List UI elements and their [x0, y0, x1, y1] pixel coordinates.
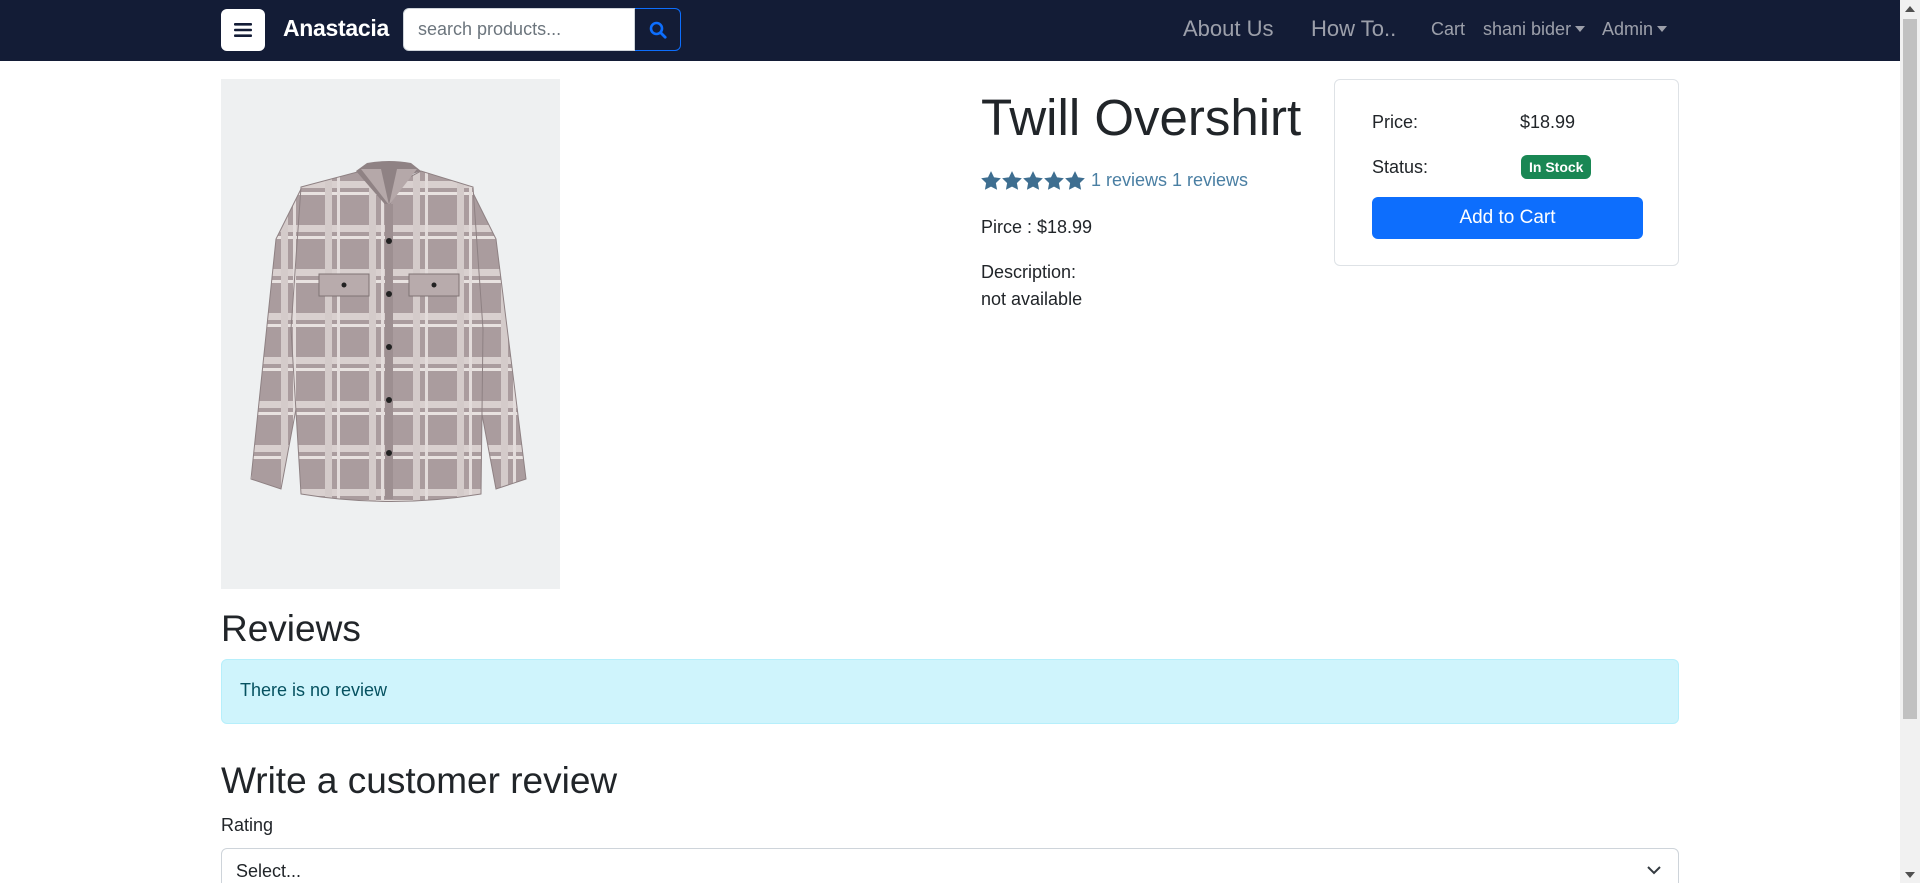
search-form [403, 8, 681, 51]
chevron-down-icon [1575, 25, 1586, 32]
shirt-illustration [250, 161, 527, 502]
card-status-label: Status: [1372, 157, 1429, 177]
reviews-heading: Reviews [221, 608, 361, 649]
star-icon [1002, 170, 1022, 190]
chevron-down-icon [1657, 25, 1668, 32]
star-icon [1023, 170, 1043, 190]
chevron-down-icon [1647, 866, 1661, 875]
product-rating: 1 reviews 1 reviews [981, 170, 1248, 191]
brand-logo[interactable]: Anastacia [283, 15, 389, 42]
star-icon [1065, 170, 1085, 190]
purchase-card: Price: $18.99 Status: In Stock Add to Ca… [1334, 79, 1679, 266]
scrollbar-thumb[interactable] [1903, 19, 1917, 719]
rating-select-value: Select... [236, 861, 302, 881]
reviews-count-link[interactable]: 1 reviews 1 reviews [1091, 170, 1248, 191]
scroll-up-arrow-icon[interactable] [1900, 0, 1920, 17]
search-button[interactable] [635, 8, 681, 51]
scroll-down-arrow-icon[interactable] [1900, 866, 1920, 883]
rating-stars [981, 170, 1085, 191]
rating-field-label: Rating [221, 815, 274, 835]
page-scrollbar[interactable] [1900, 0, 1920, 883]
admin-label: Admin [1602, 19, 1654, 39]
star-icon [1044, 170, 1064, 190]
product-image [221, 79, 560, 589]
user-name: shani bider [1483, 19, 1572, 39]
add-to-cart-button[interactable]: Add to Cart [1372, 197, 1643, 239]
rating-select[interactable]: Select... [221, 848, 1679, 883]
product-price: Pirce : $18.99 [981, 217, 1093, 237]
description-label: Description: [981, 262, 1077, 282]
star-icon [981, 170, 1001, 190]
card-price-label: Price: [1372, 112, 1419, 132]
nav-cart[interactable]: Cart [1431, 19, 1465, 40]
search-icon [649, 21, 667, 39]
top-navbar: Anastacia About Us How To.. Cart shani b… [0, 0, 1900, 61]
menu-toggle-button[interactable] [221, 9, 265, 51]
search-input[interactable] [403, 8, 635, 51]
no-review-alert: There is no review [221, 659, 1679, 724]
status-badge: In Stock [1521, 155, 1592, 179]
card-price-value: $18.99 [1520, 112, 1576, 132]
nav-user-dropdown[interactable]: shani bider [1483, 19, 1586, 40]
nav-about-us[interactable]: About Us [1183, 16, 1274, 42]
product-title: Twill Overshirt [981, 89, 1302, 146]
description-value: not available [981, 289, 1083, 309]
hamburger-icon [234, 23, 252, 37]
write-review-heading: Write a customer review [221, 760, 618, 801]
nav-how-to[interactable]: How To.. [1311, 16, 1396, 42]
nav-admin-dropdown[interactable]: Admin [1602, 19, 1668, 40]
